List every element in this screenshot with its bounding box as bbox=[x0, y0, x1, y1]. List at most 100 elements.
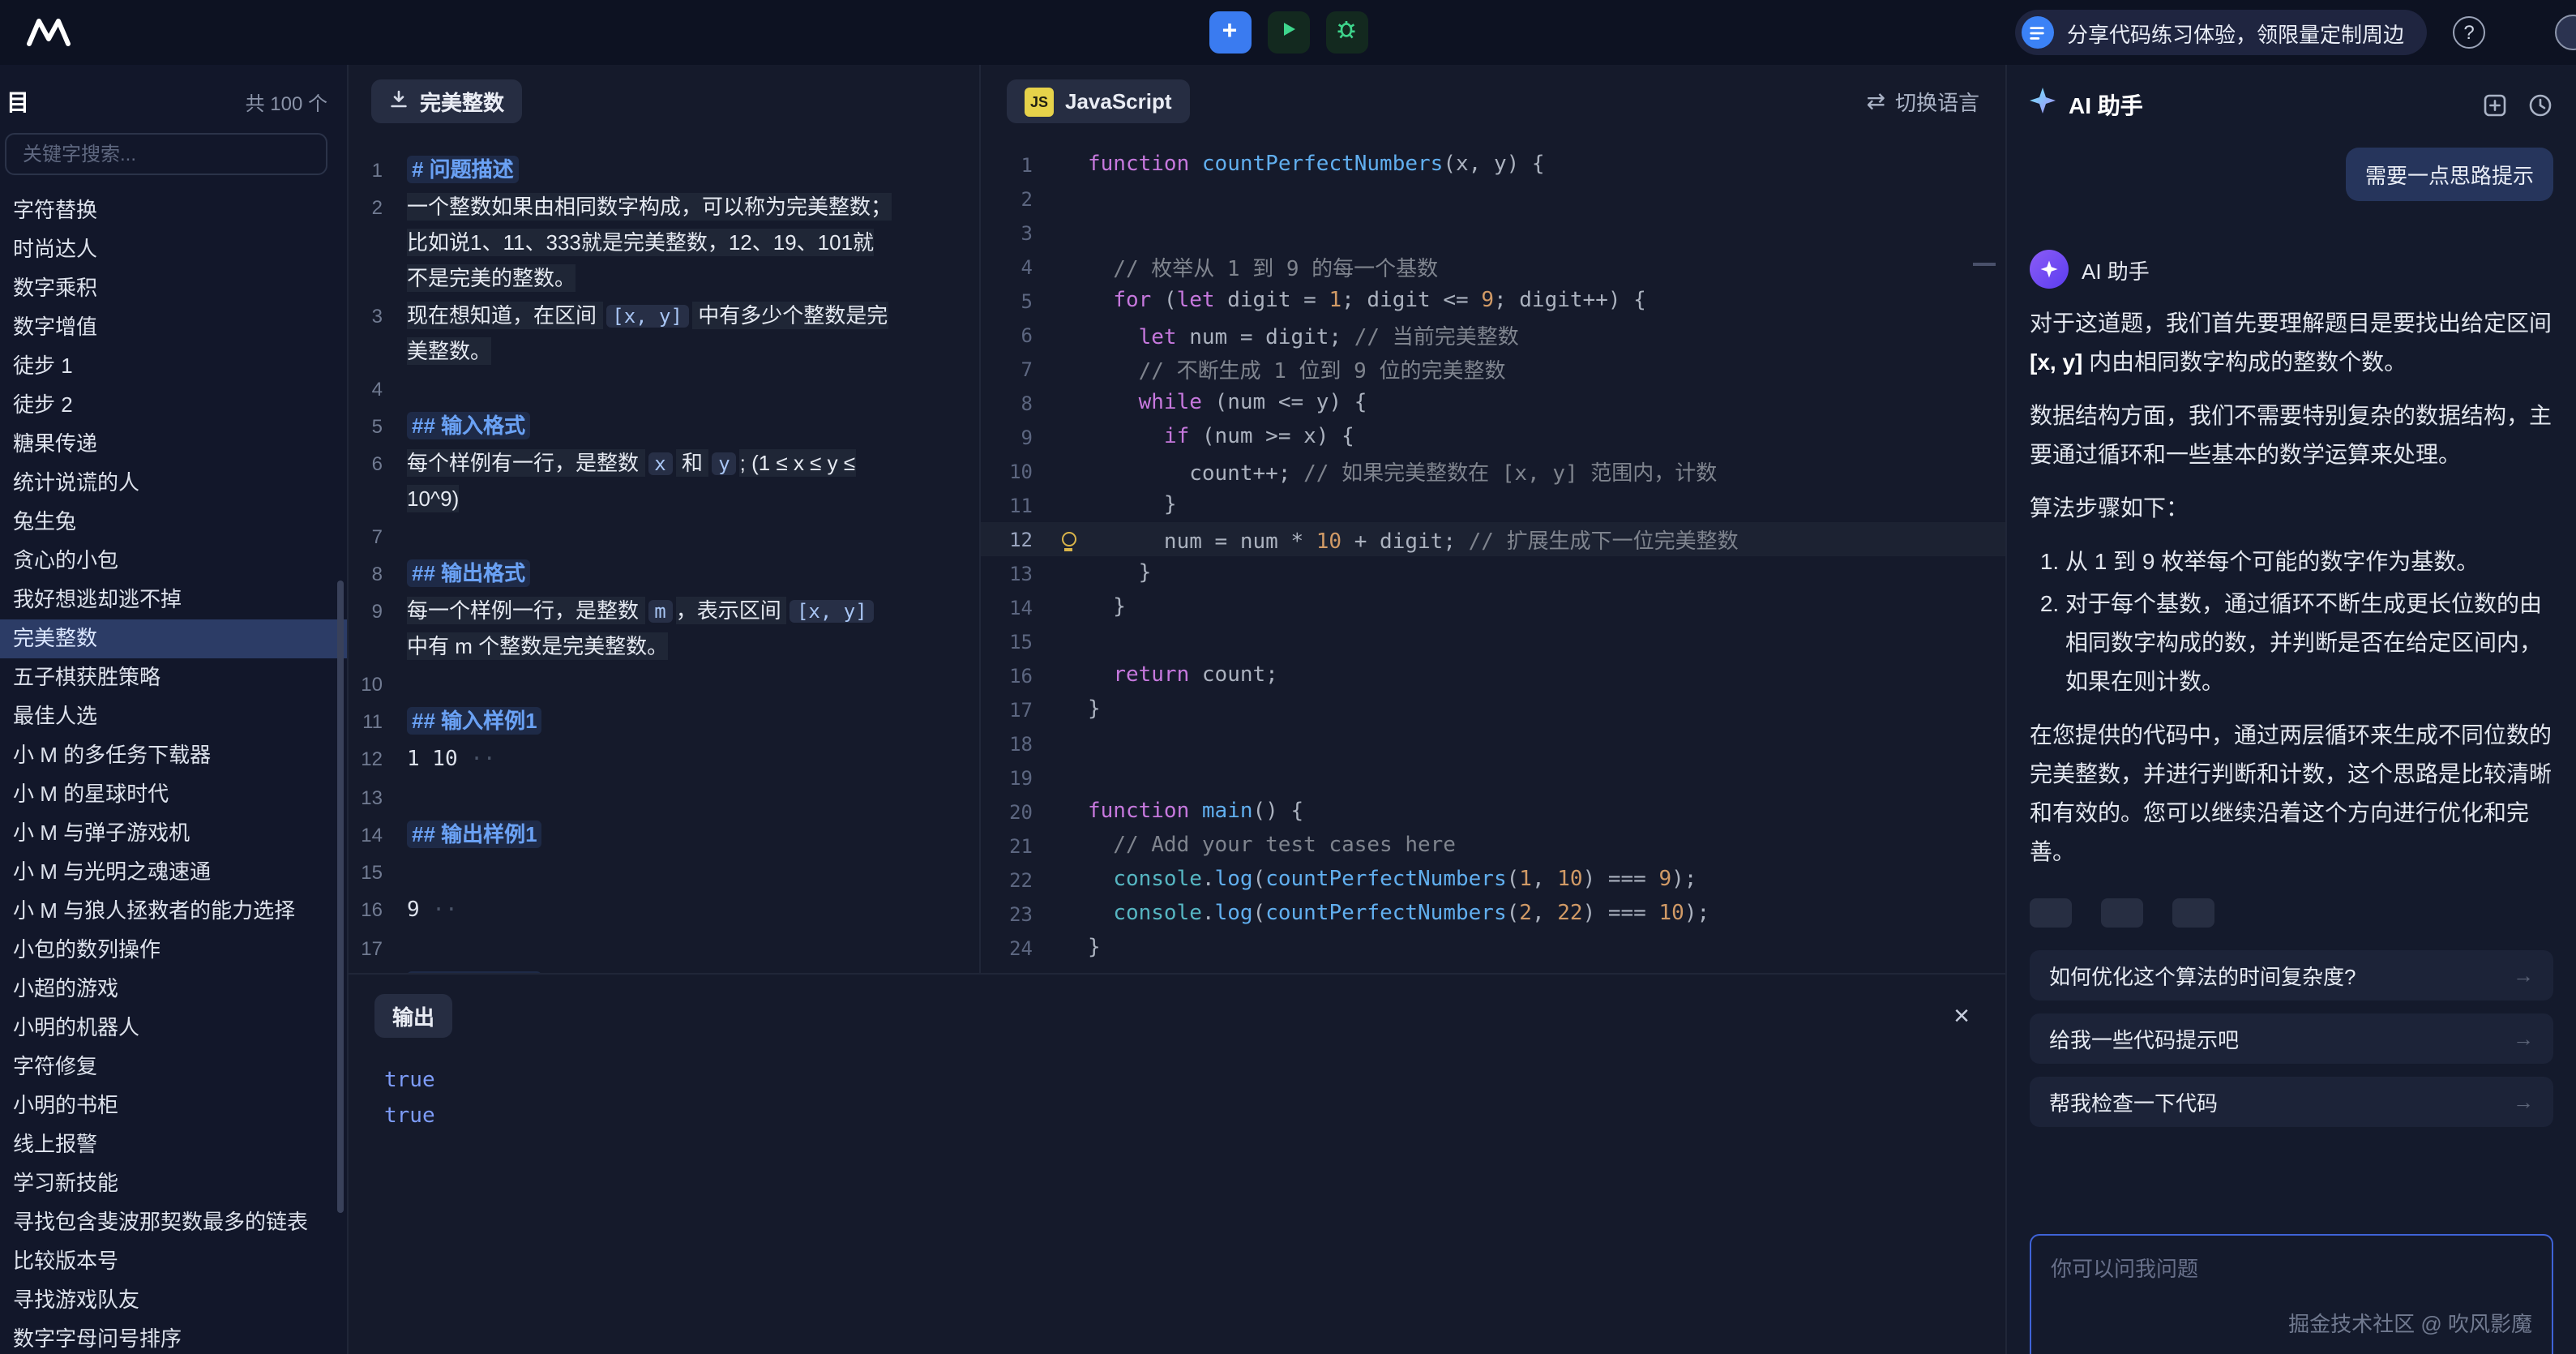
new-chat-icon[interactable] bbox=[2482, 92, 2508, 118]
code-line[interactable]: 8 while (num <= y) { bbox=[981, 386, 2005, 420]
sidebar-item[interactable]: 寻找包含斐波那契数最多的链表 bbox=[0, 1203, 347, 1242]
ai-name: AI 助手 bbox=[2082, 254, 2150, 285]
ai-paragraph: 对于这道题，我们首先要理解题目是要找出给定区间 [x, y] 内由相同数字构成的… bbox=[2030, 303, 2553, 381]
add-button[interactable]: + bbox=[1209, 11, 1251, 54]
code-line[interactable]: 21 // Add your test cases here bbox=[981, 829, 2005, 863]
switch-language-button[interactable]: 切换语言 bbox=[1867, 86, 1980, 117]
ai-paragraph: 算法步骤如下： bbox=[2030, 488, 2553, 527]
user-avatar[interactable] bbox=[2555, 15, 2576, 50]
sidebar-item[interactable]: 线上报警 bbox=[0, 1125, 347, 1164]
suggestion-chip[interactable]: 如何优化这个算法的时间复杂度?→ bbox=[2030, 950, 2553, 1001]
javascript-icon: JS bbox=[1025, 87, 1054, 116]
sidebar-item[interactable]: 小明的书柜 bbox=[0, 1086, 347, 1125]
lightbulb-icon[interactable] bbox=[1061, 532, 1076, 546]
code-line[interactable]: 17} bbox=[981, 692, 2005, 726]
code-line[interactable]: 23 console.log(countPerfectNumbers(2, 22… bbox=[981, 897, 2005, 931]
play-icon bbox=[1278, 18, 1298, 47]
code-line[interactable]: 10 count++; // 如果完美整数在 [x, y] 范围内，计数 bbox=[981, 454, 2005, 488]
code-line[interactable]: 6 let num = digit; // 当前完美整数 bbox=[981, 318, 2005, 352]
sidebar-item[interactable]: 统计说谎的人 bbox=[0, 464, 347, 503]
ai-input[interactable]: 你可以问我问题 掘金技术社区 @ 吹风影魔 bbox=[2030, 1234, 2553, 1354]
sidebar-item[interactable]: 数字字母问号排序 bbox=[0, 1320, 347, 1354]
sidebar-item[interactable]: 五子棋获胜策略 bbox=[0, 658, 347, 697]
editor-header: JS JavaScript 切换语言 bbox=[981, 65, 2005, 138]
code-line[interactable]: 11 } bbox=[981, 488, 2005, 522]
code-line[interactable]: 5 for (let digit = 1; digit <= 9; digit+… bbox=[981, 284, 2005, 318]
problem-line: 14## 输出样例1 bbox=[349, 817, 963, 853]
code-line[interactable]: 19 bbox=[981, 761, 2005, 795]
sidebar-item[interactable]: 寻找游戏队友 bbox=[0, 1281, 347, 1320]
code-line[interactable]: 15 bbox=[981, 624, 2005, 658]
problem-line: 169 ·· bbox=[349, 892, 963, 929]
sidebar-item[interactable]: 完美整数 bbox=[0, 619, 347, 658]
sidebar-item[interactable]: 贪心的小包 bbox=[0, 542, 347, 581]
sidebar-item[interactable]: 兔生兔 bbox=[0, 503, 347, 542]
code-line[interactable]: 12 num = num * 10 + digit; // 扩展生成下一位完美整… bbox=[981, 522, 2005, 556]
sidebar-search bbox=[5, 133, 327, 175]
sidebar-scrollbar[interactable] bbox=[337, 581, 344, 1213]
problem-title-pill[interactable]: 完美整数 bbox=[371, 79, 522, 123]
code-line[interactable]: 22 console.log(countPerfectNumbers(1, 10… bbox=[981, 863, 2005, 897]
language-pill[interactable]: JS JavaScript bbox=[1007, 79, 1190, 123]
code-line[interactable]: 7 // 不断生成 1 位到 9 位的完美整数 bbox=[981, 352, 2005, 386]
code-line[interactable]: 24} bbox=[981, 931, 2005, 965]
sidebar-item[interactable]: 字符修复 bbox=[0, 1048, 347, 1086]
ai-steps: 从 1 到 9 枚举每个可能的数字作为基数。对于每个基数，通过循环不断生成更长位… bbox=[2030, 542, 2553, 701]
sidebar-item[interactable]: 小包的数列操作 bbox=[0, 931, 347, 970]
problem-line: 9每一个样例一行，是整数 m，表示区间 [x, y] 中有 m 个整数是完美整数… bbox=[349, 593, 963, 665]
ai-panel: AI 助手 需要一点思路提示 AI 助手 对于这道题，我们首先要理解题目是要找出… bbox=[2005, 65, 2576, 1354]
sidebar-item[interactable]: 小 M 的多任务下载器 bbox=[0, 736, 347, 775]
plus-icon: + bbox=[1222, 19, 1238, 45]
sidebar-item[interactable]: 小 M 的星球时代 bbox=[0, 775, 347, 814]
sidebar-item[interactable]: 糖果传递 bbox=[0, 425, 347, 464]
sidebar-item[interactable]: 小明的机器人 bbox=[0, 1009, 347, 1048]
sidebar-item[interactable]: 数字乘积 bbox=[0, 269, 347, 308]
sidebar-item[interactable]: 小超的游戏 bbox=[0, 970, 347, 1009]
sidebar-item[interactable]: 数字增值 bbox=[0, 308, 347, 347]
download-icon bbox=[389, 89, 409, 114]
user-message-bubble: 需要一点思路提示 bbox=[2346, 148, 2553, 201]
code-line[interactable]: 2 bbox=[981, 182, 2005, 216]
code-line[interactable]: 14 } bbox=[981, 590, 2005, 624]
sidebar-item[interactable]: 小 M 与光明之魂速通 bbox=[0, 853, 347, 892]
sidebar-item[interactable]: 比较版本号 bbox=[0, 1242, 347, 1281]
sidebar-item[interactable]: 徒步 1 bbox=[0, 347, 347, 386]
promo-banner[interactable]: 分享代码练习体验，领限量定制周边 bbox=[2015, 10, 2427, 55]
sidebar-item[interactable]: 最佳人选 bbox=[0, 697, 347, 736]
output-line: true bbox=[384, 1099, 1979, 1135]
sidebar-item[interactable]: 我好想逃却逃不掉 bbox=[0, 581, 347, 619]
ai-header: AI 助手 bbox=[2007, 65, 2576, 128]
code-line[interactable]: 9 if (num >= x) { bbox=[981, 420, 2005, 454]
ai-paragraph: 在您提供的代码中，通过两层循环来生成不同位数的完美整数，并进行判断和计数，这个思… bbox=[2030, 715, 2553, 871]
sidebar-item[interactable]: 小 M 与狼人拯救者的能力选择 bbox=[0, 892, 347, 931]
code-line[interactable]: 4 // 枚举从 1 到 9 的每一个基数 bbox=[981, 250, 2005, 284]
search-input[interactable] bbox=[5, 133, 327, 175]
sidebar-item[interactable]: 学习新技能 bbox=[0, 1164, 347, 1203]
sidebar-item[interactable]: 时尚达人 bbox=[0, 230, 347, 269]
code-line[interactable]: 18 bbox=[981, 726, 2005, 761]
output-title-pill[interactable]: 输出 bbox=[374, 994, 452, 1038]
language-label: JavaScript bbox=[1065, 89, 1172, 114]
history-icon[interactable] bbox=[2527, 92, 2553, 118]
sidebar-item[interactable]: 徒步 2 bbox=[0, 386, 347, 425]
problem-line: 10 bbox=[349, 666, 963, 702]
help-icon[interactable]: ? bbox=[2453, 16, 2485, 49]
app-logo-icon bbox=[26, 18, 75, 47]
code-line[interactable]: 20function main() { bbox=[981, 795, 2005, 829]
sidebar-item[interactable]: 字符替换 bbox=[0, 191, 347, 230]
suggestion-chip[interactable]: 给我一些代码提示吧→ bbox=[2030, 1013, 2553, 1064]
problem-line: 5## 输入格式 bbox=[349, 409, 963, 444]
code-line[interactable]: 3 bbox=[981, 216, 2005, 250]
code-line[interactable]: 1function countPerfectNumbers(x, y) { bbox=[981, 148, 2005, 182]
sidebar-title: 目 bbox=[6, 86, 29, 118]
debug-button[interactable] bbox=[1325, 11, 1367, 54]
action-placeholder bbox=[2172, 898, 2214, 928]
code-lines[interactable]: 1function countPerfectNumbers(x, y) {234… bbox=[981, 138, 2005, 973]
sidebar-item[interactable]: 小 M 与弹子游戏机 bbox=[0, 814, 347, 853]
sidebar-list: 字符替换时尚达人数字乘积数字增值徒步 1徒步 2糖果传递统计说谎的人兔生兔贪心的… bbox=[0, 188, 347, 1354]
code-line[interactable]: 16 return count; bbox=[981, 658, 2005, 692]
code-line[interactable]: 13 } bbox=[981, 556, 2005, 590]
close-icon[interactable]: × bbox=[1944, 1002, 1979, 1030]
run-button[interactable] bbox=[1267, 11, 1309, 54]
suggestion-chip[interactable]: 帮我检查一下代码→ bbox=[2030, 1077, 2553, 1127]
